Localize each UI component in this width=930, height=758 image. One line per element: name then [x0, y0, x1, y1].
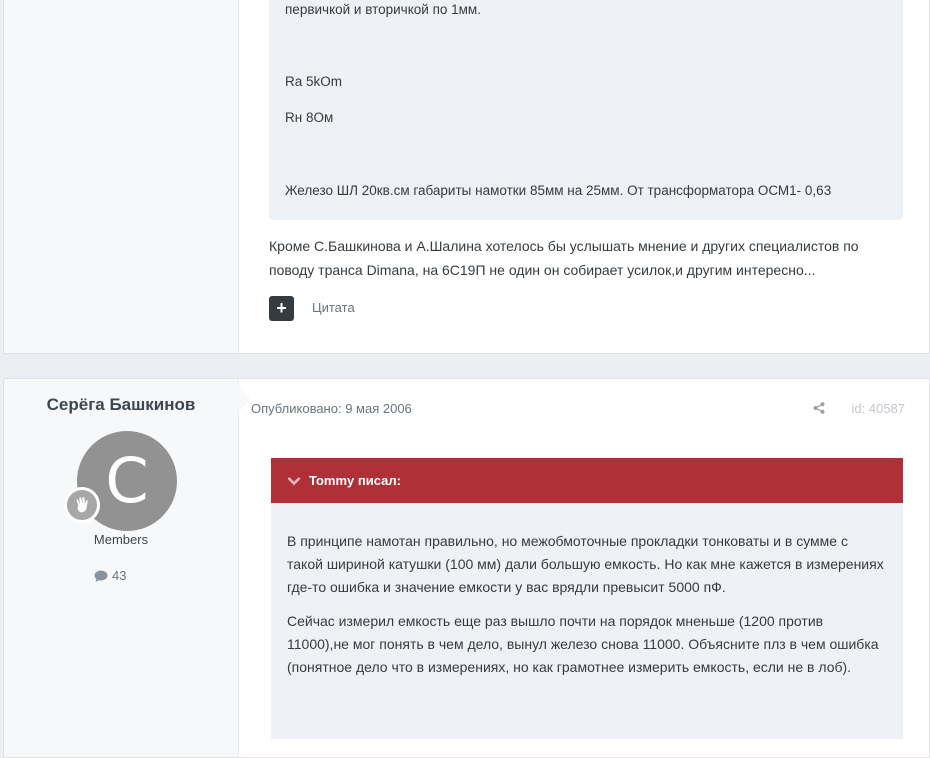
quote-block: В принципе намотан правильно, но межобмо… [271, 503, 903, 739]
quote-block: первичкой и вторичкой по 1мм. Ra 5kOm Rн… [269, 0, 903, 220]
quote-line: Ra 5kOm [285, 74, 343, 89]
post-previous: первичкой и вторичкой по 1мм. Ra 5kOm Rн… [3, 0, 930, 354]
post-date[interactable]: Опубликовано: 9 мая 2006 [251, 401, 412, 416]
post-count-value: 43 [112, 568, 127, 583]
author-column: Серёга Башкинов C Members 43 [4, 379, 239, 757]
waving-hand-icon [76, 497, 88, 513]
post-content: первичкой и вторичкой по 1мм. Ra 5kOm Rн… [239, 0, 929, 353]
post-count: 43 [94, 568, 126, 583]
author-name[interactable]: Серёга Башкинов [4, 395, 238, 415]
chevron-down-icon [287, 476, 301, 485]
post-body: Кроме С.Башкинова и А.Шалина хотелось бы… [269, 238, 859, 278]
quote-author: Tommy писал: [309, 473, 401, 488]
multiquote-button[interactable]: + [269, 296, 294, 321]
share-icon[interactable] [813, 401, 825, 419]
post-id: id: 40587 [851, 401, 906, 416]
quote-line: Железо ШЛ 20кв.см габариты намотки 85мм … [285, 183, 832, 198]
quote-header[interactable]: Tommy писал: [271, 458, 903, 503]
post-content: Опубликовано: 9 мая 2006 id: 40587 Tommy… [239, 379, 929, 757]
quote-paragraph: В принципе намотан правильно, но межобмо… [287, 533, 884, 595]
member-group: Members [93, 532, 149, 547]
rank-badge [64, 487, 100, 523]
comment-icon [94, 570, 108, 582]
author-column [4, 0, 239, 353]
quote-paragraph: Сейчас измерил емкость еще раз вышло поч… [287, 613, 879, 675]
quote-line: первичкой и вторичкой по 1мм. [285, 2, 481, 17]
plus-icon: + [276, 298, 287, 318]
quote-line: Rн 8Ом [285, 110, 334, 125]
quote-button[interactable]: Цитата [312, 300, 355, 315]
post-item: Серёга Башкинов C Members 43 Опубликован… [3, 378, 930, 758]
